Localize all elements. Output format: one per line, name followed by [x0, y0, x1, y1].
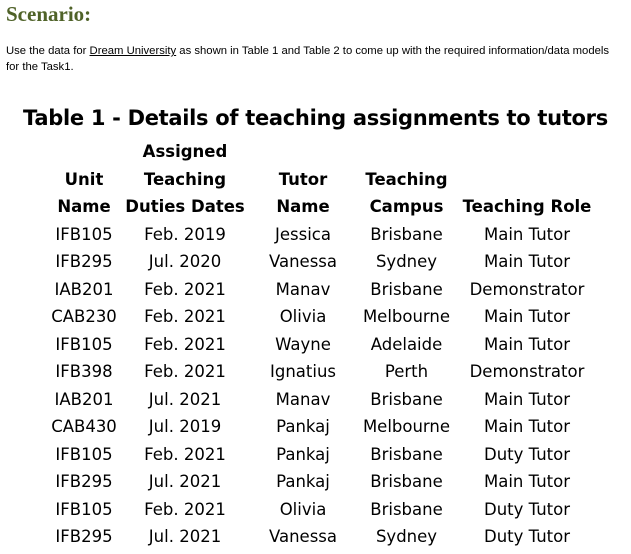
- campus-cell: Adelaide: [370, 334, 443, 354]
- tutor-name-cell: Olivia: [279, 307, 327, 326]
- unit-name-cell: IFB105: [55, 334, 113, 354]
- unit-name-cell: CAB230: [51, 307, 117, 326]
- campus-cell: Melbourne: [362, 417, 451, 436]
- campus-cell: Brisbane: [370, 224, 443, 244]
- table-row: CAB430 Jul. 2019 Pankaj Melbourne Main T…: [44, 413, 601, 441]
- teaching-role-cell: Main Tutor: [483, 252, 570, 271]
- table-row: IFB105 Feb. 2021 Wayne Adelaide Main Tut…: [44, 331, 601, 359]
- teaching-role-cell: Duty Tutor: [483, 527, 571, 546]
- header-cell: Duties Dates: [125, 197, 245, 216]
- intro-text-before: Use the data for: [6, 45, 90, 57]
- table-row: IFB295 Jul. 2020 Vanessa Sydney Main Tut…: [44, 248, 601, 276]
- table-row: IFB295 Jul. 2021 Vanessa Sydney Duty Tut…: [44, 523, 601, 551]
- duties-date-cell: Jul. 2021: [148, 389, 222, 409]
- duties-date-cell: Feb. 2021: [144, 444, 226, 464]
- duties-date-cell: Jul. 2021: [148, 472, 222, 491]
- unit-name-cell: IAB201: [54, 389, 114, 409]
- duties-date-cell: Feb. 2021: [144, 307, 226, 326]
- duties-date-cell: Feb. 2021: [144, 362, 226, 381]
- header-cell: Teaching: [365, 169, 448, 189]
- dream-university-link[interactable]: Dream University: [90, 45, 177, 57]
- header-cell: Campus: [369, 197, 444, 216]
- tutor-name-cell: Pankaj: [276, 444, 330, 464]
- unit-name-cell: IFB398: [55, 362, 113, 381]
- tutor-name-cell: Pankaj: [276, 472, 330, 491]
- duties-date-cell: Feb. 2021: [144, 334, 226, 354]
- duties-date-cell: Jul. 2019: [148, 417, 222, 436]
- teaching-role-cell: Main Tutor: [483, 307, 570, 326]
- campus-cell: Perth: [384, 362, 429, 381]
- table-header: Assigned Unit Teaching Tutor Teaching Na…: [44, 138, 601, 221]
- teaching-role-cell: Main Tutor: [483, 389, 570, 409]
- header-cell: Assigned: [142, 142, 228, 161]
- table-row: IFB295 Jul. 2021 Pankaj Brisbane Main Tu…: [44, 468, 601, 496]
- header-cell: [246, 138, 360, 166]
- duties-date-cell: Feb. 2021: [144, 499, 226, 519]
- tutor-name-cell: Pankaj: [276, 417, 330, 436]
- unit-name-cell: IFB105: [55, 499, 113, 519]
- unit-name-cell: CAB430: [51, 417, 117, 436]
- table-row: CAB230 Feb. 2021 Olivia Melbourne Main T…: [44, 303, 601, 331]
- campus-cell: Brisbane: [370, 472, 443, 491]
- scenario-intro: Use the data for Dream University as sho…: [6, 43, 621, 75]
- teaching-role-cell: Main Tutor: [483, 334, 570, 354]
- teaching-role-cell: Main Tutor: [483, 472, 570, 491]
- tutor-name-cell: Ignatius: [269, 362, 337, 381]
- campus-cell: Brisbane: [370, 499, 443, 519]
- duties-date-cell: Jul. 2021: [148, 527, 222, 546]
- header-cell: [360, 138, 453, 166]
- table-row: IAB201 Feb. 2021 Manav Brisbane Demonstr…: [44, 276, 601, 304]
- duties-date-cell: Feb. 2019: [144, 224, 226, 244]
- tutor-name-cell: Jessica: [275, 224, 331, 244]
- header-cell: Tutor: [278, 169, 328, 189]
- duties-date-cell: Jul. 2020: [148, 252, 222, 271]
- teaching-role-cell: Demonstrator: [469, 279, 585, 299]
- tutor-name-cell: Olivia: [279, 499, 327, 519]
- teaching-role-cell: Main Tutor: [483, 417, 570, 436]
- unit-name-cell: IAB201: [54, 279, 114, 299]
- unit-name-cell: IFB105: [55, 224, 113, 244]
- tutor-name-cell: Manav: [275, 389, 331, 409]
- unit-name-cell: IFB295: [55, 252, 113, 271]
- header-cell: Teaching: [143, 169, 227, 189]
- header-row-2: Unit Teaching Tutor Teaching: [44, 166, 601, 194]
- header-cell: Unit: [64, 169, 104, 189]
- tutor-name-cell: Vanessa: [268, 252, 338, 271]
- tutor-name-cell: Wayne: [275, 334, 331, 354]
- header-cell: [44, 138, 124, 166]
- table-row: IFB105 Feb. 2021 Olivia Brisbane Duty Tu…: [44, 496, 601, 524]
- teaching-role-cell: Duty Tutor: [483, 499, 571, 519]
- header-row-3: Name Duties Dates Name Campus Teaching R…: [44, 193, 601, 221]
- tutor-name-cell: Manav: [275, 279, 331, 299]
- teaching-role-cell: Duty Tutor: [483, 444, 571, 464]
- header-cell: [453, 138, 601, 166]
- table-row: IFB105 Feb. 2019 Jessica Brisbane Main T…: [44, 221, 601, 249]
- unit-name-cell: IFB295: [55, 527, 113, 546]
- header-cell: Name: [57, 197, 111, 216]
- unit-name-cell: IFB105: [55, 444, 113, 464]
- teaching-role-cell: Demonstrator: [469, 362, 585, 381]
- teaching-role-cell: Main Tutor: [483, 224, 570, 244]
- header-cell: Name: [276, 197, 330, 216]
- table-title: Table 1 - Details of teaching assignment…: [23, 106, 608, 130]
- unit-name-cell: IFB295: [55, 472, 113, 491]
- campus-cell: Sydney: [375, 252, 438, 271]
- duties-date-cell: Feb. 2021: [144, 279, 226, 299]
- header-row-1: Assigned: [44, 138, 601, 166]
- campus-cell: Brisbane: [370, 444, 443, 464]
- table-body: IFB105 Feb. 2019 Jessica Brisbane Main T…: [44, 221, 601, 551]
- campus-cell: Sydney: [375, 527, 438, 546]
- campus-cell: Brisbane: [370, 279, 443, 299]
- tutor-name-cell: Vanessa: [268, 527, 338, 546]
- teaching-assignments-table: Assigned Unit Teaching Tutor Teaching Na…: [44, 138, 601, 551]
- table-row: IFB398 Feb. 2021 Ignatius Perth Demonstr…: [44, 358, 601, 386]
- campus-cell: Melbourne: [362, 307, 451, 326]
- campus-cell: Brisbane: [370, 389, 443, 409]
- table-row: IFB105 Feb. 2021 Pankaj Brisbane Duty Tu…: [44, 441, 601, 469]
- table-row: IAB201 Jul. 2021 Manav Brisbane Main Tut…: [44, 386, 601, 414]
- scenario-heading: Scenario:: [6, 2, 92, 26]
- header-cell: [453, 166, 601, 194]
- header-cell: Teaching Role: [462, 197, 592, 216]
